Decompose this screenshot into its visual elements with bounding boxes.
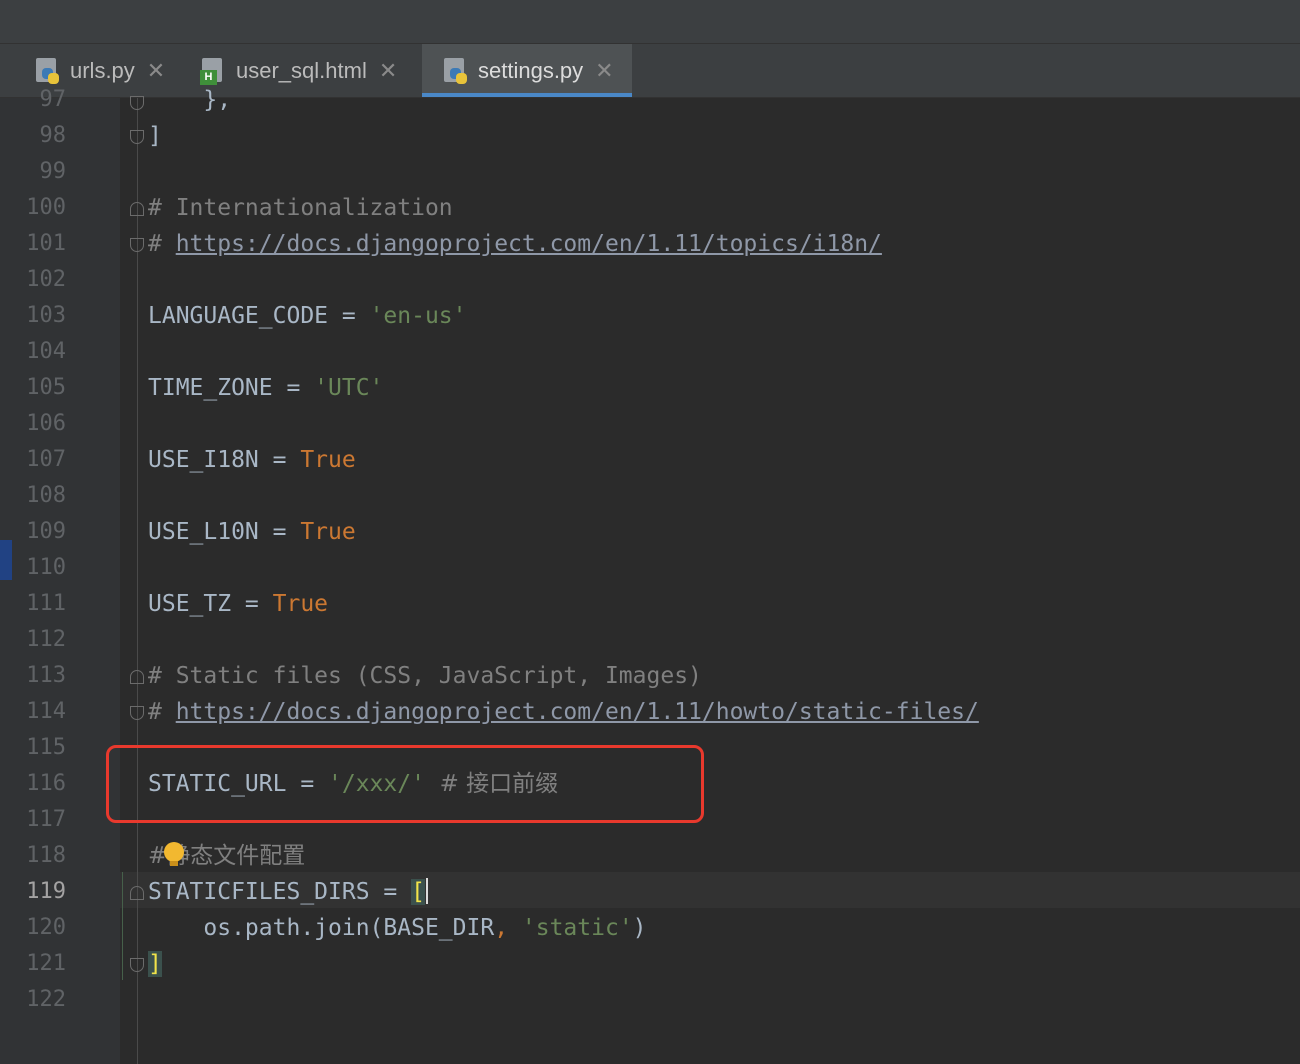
line-number: 101 [26,231,66,256]
code-line-111[interactable]: USE_TZ = True [148,586,328,622]
matched-bracket: ] [148,951,162,977]
fold-end-icon[interactable] [130,706,144,720]
fold-end-icon[interactable] [130,96,144,110]
line-number: 98 [39,123,67,148]
annotation-highlight-box [106,745,704,823]
line-number: 99 [39,159,67,184]
text-caret [426,878,428,904]
line-number: 106 [26,411,66,436]
code-line-100[interactable]: # Internationalization [148,190,453,226]
line-number: 97 [39,87,67,112]
fold-start-icon[interactable] [130,202,144,216]
title-bar [0,0,1300,44]
function-call: os.path.join(BASE_DIR [148,915,495,941]
code-line-119[interactable]: STATICFILES_DIRS = [ [148,874,425,910]
code-line-97[interactable]: }, [148,82,231,118]
line-number: 103 [26,303,66,328]
variable-assignment: TIME_ZONE = [148,375,315,401]
comment-hash: # [148,699,176,725]
fold-end-icon[interactable] [130,958,144,972]
keyword-literal: True [300,519,356,545]
line-number: 116 [26,771,66,796]
variable-assignment: LANGUAGE_CODE = [148,303,370,329]
line-number: 104 [26,339,66,364]
line-number: 122 [26,987,66,1012]
line-number: 100 [26,195,66,220]
close-icon[interactable]: ✕ [595,58,613,84]
variable-assignment: USE_TZ = [148,591,273,617]
code-line-103[interactable]: LANGUAGE_CODE = 'en-us' [148,298,467,334]
string-literal: 'static' [521,915,633,941]
line-number: 117 [26,807,66,832]
fold-start-icon[interactable] [130,670,144,684]
fold-end-icon[interactable] [130,130,144,144]
tab-label: urls.py [70,57,135,83]
variable-assignment: USE_I18N = [148,447,301,473]
line-number: 115 [26,735,66,760]
line-number-current: 119 [26,879,66,904]
line-number: 120 [26,915,66,940]
line-number: 111 [26,591,66,616]
fold-end-icon[interactable] [130,238,144,252]
tab-label: user_sql.html [236,57,367,83]
close-icon[interactable]: ✕ [379,58,397,84]
line-number: 121 [26,951,66,976]
line-number: 107 [26,447,66,472]
tab-label: settings.py [478,57,584,83]
variable-assignment: STATICFILES_DIRS = [148,879,412,905]
code-line-114[interactable]: # https://docs.djangoproject.com/en/1.11… [148,694,979,730]
string-literal: 'en-us' [369,303,467,329]
lightbulb-icon[interactable] [164,842,184,866]
line-number: 105 [26,375,66,400]
keyword-literal: True [272,591,329,617]
docs-link[interactable]: https://docs.djangoproject.com/en/1.11/h… [176,699,979,725]
line-number: 108 [26,483,66,508]
code-line-120[interactable]: os.path.join(BASE_DIR, 'static') [148,910,647,946]
code-line-113[interactable]: # Static files (CSS, JavaScript, Images) [148,658,702,694]
line-number: 112 [26,627,66,652]
variable-assignment: USE_L10N = [148,519,301,545]
comment-hash: # [148,231,176,257]
fold-start-icon[interactable] [130,886,144,900]
close-icon[interactable]: ✕ [147,58,165,84]
keyword-literal: True [300,447,356,473]
line-number: 102 [26,267,66,292]
indent-guide [122,872,123,980]
docs-link[interactable]: https://docs.djangoproject.com/en/1.11/t… [176,231,882,257]
html-file-icon: H [200,56,228,86]
line-number: 110 [26,555,66,580]
matched-bracket: [ [411,879,425,905]
code-line-105[interactable]: TIME_ZONE = 'UTC' [148,370,383,406]
line-number: 114 [26,699,66,724]
code-line-107[interactable]: USE_I18N = True [148,442,356,478]
python-file-icon [442,56,470,86]
change-marker [0,540,12,580]
python-file-icon [34,56,62,86]
line-number: 113 [26,663,66,688]
comment-text: 静态文件配置 [167,843,306,869]
code-line-98[interactable]: ] [148,118,162,154]
line-number: 109 [26,519,66,544]
tab-settings-py[interactable]: settings.py ✕ [422,44,632,97]
code-line-121[interactable]: ] [148,946,162,982]
code-line-101[interactable]: # https://docs.djangoproject.com/en/1.11… [148,226,882,262]
string-literal: 'UTC' [314,375,384,401]
code-line-109[interactable]: USE_L10N = True [148,514,356,550]
close-paren: ) [632,915,647,941]
comma: , [494,915,522,941]
line-number: 118 [26,843,66,868]
